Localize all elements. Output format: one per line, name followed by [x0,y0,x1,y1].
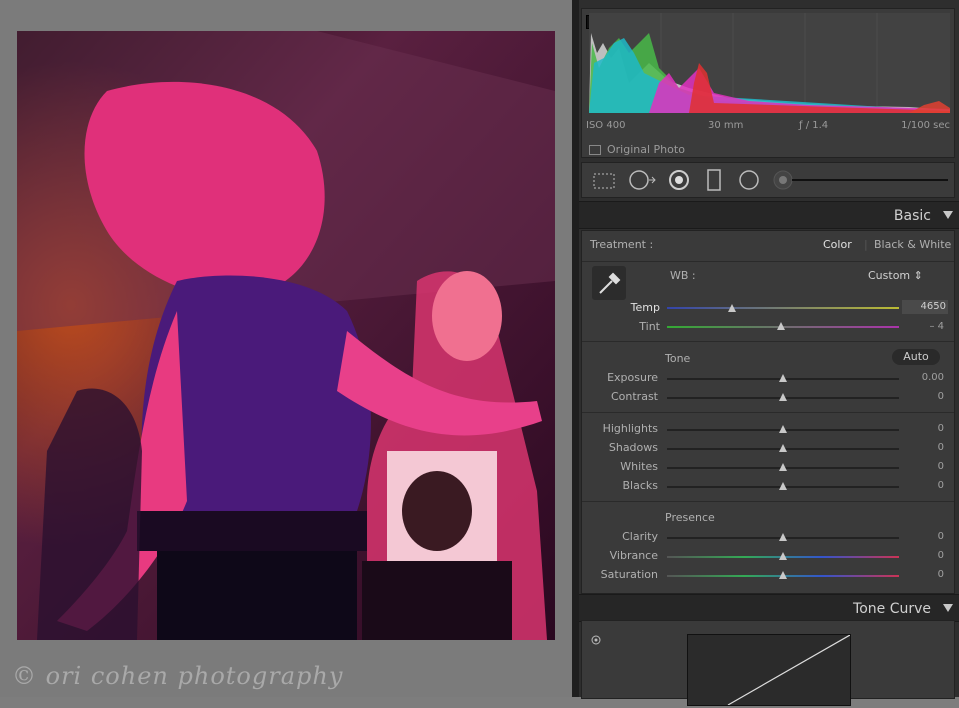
basic-panel: Treatment : Color | Black & White WB : C… [581,230,955,594]
separator [582,261,954,262]
basic-panel-title: Basic [893,208,931,224]
focal-length-readout: 30 mm [708,120,744,131]
treatment-label: Treatment : [590,238,654,251]
collapse-arrow-icon[interactable] [943,604,953,612]
blacks-slider-thumb[interactable] [779,482,787,490]
exposure-value[interactable]: 0.00 [904,372,944,383]
tone-curve-panel-header[interactable]: Tone Curve [579,594,959,622]
auto-tone-button[interactable]: Auto [892,349,940,365]
temp-slider-thumb[interactable] [727,304,736,312]
develop-panel: ISO 400 30 mm ƒ / 1.4 1/100 sec Original… [579,0,959,706]
shadows-value[interactable]: 0 [904,442,944,453]
highlights-slider-thumb[interactable] [779,425,787,433]
radial-filter-icon[interactable] [737,169,761,191]
treatment-color-option[interactable]: Color [823,238,852,251]
vibrance-value[interactable]: 0 [904,550,944,561]
target-adjust-icon[interactable] [590,634,602,646]
original-photo-label: Original Photo [607,143,685,156]
histogram-panel: ISO 400 30 mm ƒ / 1.4 1/100 sec Original… [581,8,955,158]
separator [582,341,954,342]
blacks-value[interactable]: 0 [904,480,944,491]
vibrance-slider-thumb[interactable] [779,552,787,560]
treatment-bw-option[interactable]: Black & White [874,238,951,251]
tint-slider-thumb[interactable] [776,322,785,330]
whites-label: Whites [620,460,658,473]
shutter-readout: 1/100 sec [901,120,950,131]
spot-removal-icon[interactable] [628,169,658,191]
collapse-arrow-icon[interactable] [943,211,953,219]
shadows-slider-thumb[interactable] [779,444,787,452]
temp-label: Temp [630,301,660,314]
contrast-slider-thumb[interactable] [779,393,787,401]
contrast-label: Contrast [610,390,658,403]
blacks-label: Blacks [622,479,659,492]
contrast-value[interactable]: 0 [904,391,944,402]
saturation-value[interactable]: 0 [904,569,944,580]
separator [582,501,954,502]
exposure-slider-thumb[interactable] [779,374,787,382]
graduated-filter-icon[interactable] [706,169,722,191]
tone-curve-panel [581,620,955,706]
whites-value[interactable]: 0 [904,461,944,472]
histogram-graph[interactable] [589,13,950,113]
separator [582,412,954,413]
crop-overlay-icon[interactable] [592,172,616,190]
iso-readout: ISO 400 [586,120,626,131]
vibrance-label: Vibrance [609,549,658,562]
original-photo-toggle[interactable]: Original Photo [589,143,685,156]
exposure-label: Exposure [607,371,658,384]
adjustment-brush-slider[interactable] [772,169,952,191]
tint-label: Tint [639,320,660,333]
temp-value-field[interactable]: 4650 [902,300,948,314]
red-eye-icon[interactable] [667,169,691,191]
saturation-label: Saturation [600,568,658,581]
wb-label: WB : [670,269,696,282]
photographer-watermark: © ori cohen photography [12,662,344,690]
eyedropper-icon[interactable] [592,266,626,300]
photo-canvas: © ori cohen photography [0,0,572,697]
tone-curve-title: Tone Curve [853,601,931,617]
treatment-separator: | [864,238,868,251]
shadows-label: Shadows [608,441,658,454]
panel-divider[interactable] [572,0,579,697]
tool-strip [581,162,955,198]
temp-slider-track[interactable] [667,307,899,309]
aperture-readout: ƒ / 1.4 [799,120,829,131]
original-photo-checkbox[interactable] [589,144,601,155]
clarity-label: Clarity [622,530,658,543]
saturation-slider-thumb[interactable] [779,571,787,579]
photo[interactable] [17,31,555,640]
presence-section-label: Presence [665,511,715,524]
clarity-value[interactable]: 0 [904,531,944,542]
highlights-label: Highlights [602,422,658,435]
tint-value[interactable]: – 4 [904,321,944,332]
basic-panel-header[interactable]: Basic [579,201,959,229]
wb-preset-dropdown[interactable]: Custom ⇕ [868,269,923,282]
highlights-value[interactable]: 0 [904,423,944,434]
whites-slider-thumb[interactable] [779,463,787,471]
clarity-slider-thumb[interactable] [779,533,787,541]
tone-section-label: Tone [665,352,691,365]
tone-curve-graph[interactable] [687,634,851,706]
